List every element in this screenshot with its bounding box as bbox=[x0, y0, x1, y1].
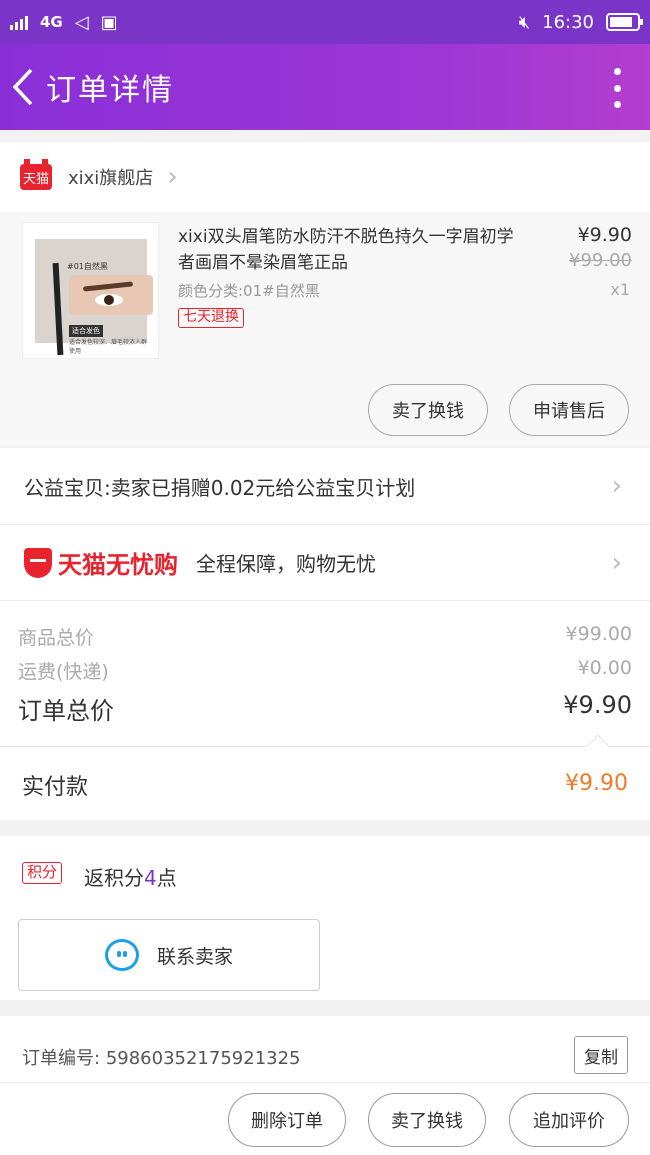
order-number-value: 59860352175921325 bbox=[105, 1048, 301, 1069]
chevron-right-icon: › bbox=[167, 162, 178, 192]
points-text: 返积分4点 bbox=[84, 862, 177, 891]
shipping-value: ¥0.00 bbox=[577, 657, 632, 679]
eyebrow-pencil-image bbox=[52, 262, 64, 356]
product-original-price: ¥99.00 bbox=[569, 250, 632, 271]
product-image-label: #01自然黑 bbox=[67, 262, 108, 271]
store-name[interactable]: xixi旗舰店 bbox=[68, 164, 153, 190]
chat-icon bbox=[104, 939, 139, 971]
worry-free-logo-text: 天猫无忧购 bbox=[58, 551, 178, 579]
paid-amount-row: 实付款 ¥9.90 bbox=[0, 734, 650, 820]
network-type: 4G bbox=[40, 13, 63, 31]
clock: 16:30 bbox=[542, 11, 594, 33]
mute-icon: 🔇︎ bbox=[518, 11, 531, 33]
add-review-button[interactable]: 追加评价 bbox=[509, 1093, 629, 1147]
gallery-icon: ▣ bbox=[100, 11, 118, 33]
points-badge: 积分 bbox=[22, 862, 63, 884]
tmall-worry-free-logo: 天猫无忧购 bbox=[24, 545, 178, 580]
store-header[interactable]: 天猫 xixi旗舰店 › bbox=[0, 142, 650, 212]
order-total-label: 订单总价 bbox=[18, 697, 114, 725]
order-total-value: ¥9.90 bbox=[563, 691, 632, 719]
chevron-right-icon: › bbox=[611, 547, 622, 578]
product-price: ¥9.90 bbox=[577, 224, 632, 246]
sell-exchange-button[interactable]: 卖了换钱 bbox=[368, 384, 488, 436]
product-image: #01自然黑 适合发色 适合发色较深、眉毛较浓人群使用 bbox=[35, 239, 153, 356]
worry-free-row[interactable]: 天猫无忧购 全程保障，购物无忧 › bbox=[0, 524, 650, 600]
signal-icon bbox=[10, 14, 28, 30]
back-arrow-icon bbox=[12, 68, 33, 106]
shield-icon bbox=[24, 547, 52, 578]
nav-bar: 订单详情 bbox=[0, 44, 650, 130]
eye-image bbox=[69, 275, 153, 315]
copy-order-number-button[interactable]: 复制 bbox=[574, 1036, 628, 1074]
order-number: 订单编号: 59860352175921325 bbox=[22, 1044, 301, 1070]
back-button[interactable] bbox=[0, 44, 46, 130]
delete-order-button[interactable]: 删除订单 bbox=[228, 1093, 346, 1147]
goods-total-value: ¥99.00 bbox=[565, 623, 632, 645]
tmall-icon: 天猫 bbox=[20, 159, 52, 190]
after-sales-button[interactable]: 申请售后 bbox=[509, 384, 629, 436]
charity-row[interactable]: 公益宝贝:卖家已捐赠0.02元给公益宝贝计划 › bbox=[0, 448, 650, 524]
charity-text: 公益宝贝:卖家已捐赠0.02元给公益宝贝计划 bbox=[24, 475, 416, 500]
status-bar: 4G ◁ ▣ 🔇︎ 16:30 bbox=[0, 0, 650, 44]
product-item[interactable]: #01自然黑 适合发色 适合发色较深、眉毛较浓人群使用 xixi双头眉笔防水防汗… bbox=[0, 212, 650, 446]
contact-seller-label: 联系卖家 bbox=[156, 945, 233, 968]
points-section: 积分 返积分4点 联系卖家 bbox=[0, 836, 650, 1000]
shipping-label: 运费(快递) bbox=[18, 661, 109, 683]
points-prefix: 返积分 bbox=[84, 866, 144, 890]
product-image-caption: 适合发色较深、眉毛较浓人群使用 bbox=[69, 339, 148, 355]
points-count: 4 bbox=[144, 866, 157, 890]
points-suffix: 点 bbox=[156, 866, 177, 890]
goods-total-label: 商品总价 bbox=[18, 627, 95, 649]
page-title: 订单详情 bbox=[46, 73, 174, 108]
product-image-tag: 适合发色 bbox=[69, 325, 103, 337]
product-thumbnail[interactable]: #01自然黑 适合发色 适合发色较深、眉毛较浓人群使用 bbox=[22, 222, 159, 359]
sell-exchange-bottom-button[interactable]: 卖了换钱 bbox=[368, 1093, 486, 1147]
bottom-action-bar: 删除订单 卖了换钱 追加评价 bbox=[0, 1082, 650, 1155]
product-quantity: x1 bbox=[610, 280, 630, 299]
return-policy-badge: 七天退换 bbox=[178, 308, 244, 328]
contact-seller-button[interactable]: 联系卖家 bbox=[18, 919, 320, 991]
order-number-label: 订单编号: bbox=[22, 1048, 101, 1069]
paid-value: ¥9.90 bbox=[565, 771, 628, 796]
product-spec: 颜色分类:01#自然黑 bbox=[178, 282, 320, 300]
more-menu-button[interactable] bbox=[612, 68, 622, 108]
price-summary: 商品总价 ¥99.00 运费(快递) ¥0.00 订单总价 ¥9.90 bbox=[0, 600, 650, 746]
chevron-right-icon: › bbox=[611, 471, 622, 501]
location-arrow-icon: ◁ bbox=[74, 11, 89, 33]
battery-icon bbox=[606, 13, 643, 31]
product-title[interactable]: xixi双头眉笔防水防汗不脱色持久一字眉初学者画眉不晕染眉笔正品 bbox=[178, 224, 518, 276]
paid-label: 实付款 bbox=[22, 775, 89, 800]
worry-free-text: 全程保障，购物无忧 bbox=[196, 552, 376, 576]
